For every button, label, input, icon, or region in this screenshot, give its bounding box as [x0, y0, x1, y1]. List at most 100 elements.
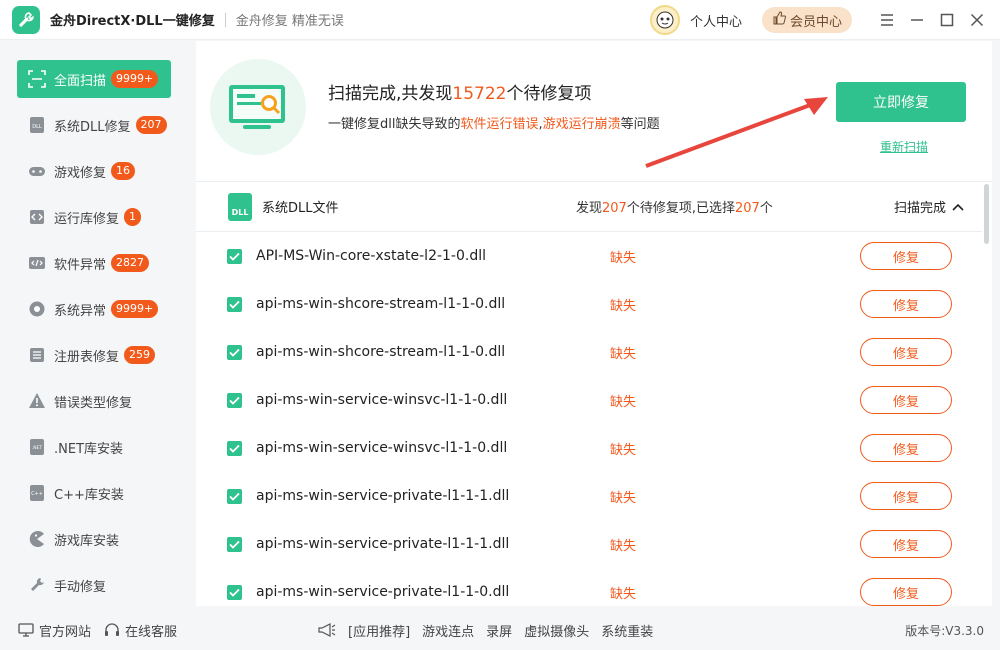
dotnet-icon: .NET — [27, 437, 47, 457]
online-service-label: 在线客服 — [125, 624, 178, 640]
summary-middle: 个待修复项,已选择 — [626, 201, 735, 216]
dll-file-icon: DLL — [27, 115, 47, 135]
missing-status: 缺失 — [610, 250, 637, 266]
official-website-link[interactable]: 官方网站 — [18, 621, 91, 640]
recommend-link-virtual-camera[interactable]: 虚拟摄像头 — [524, 621, 589, 640]
group-collapse-toggle[interactable]: 扫描完成 — [894, 197, 964, 216]
app-recommendations: [应用推荐] 游戏连点 录屏 虚拟摄像头 系统重装 — [318, 621, 653, 640]
summary-suffix: 个 — [759, 201, 773, 216]
sidebar-item-game-library[interactable]: 游戏库安装 — [17, 520, 171, 558]
footer-bar: 官方网站 在线客服 [应用推荐] 游戏连点 录屏 虚拟摄像头 系统重装 版本号:… — [0, 610, 1000, 650]
scan-result-subtitle: 一键修复dll缺失导致的软件运行错误,游戏运行崩溃等问题 — [328, 113, 660, 132]
sidebar-item-runtime-repair[interactable]: 运行库修复 1 — [17, 198, 171, 236]
count-badge: 2827 — [111, 254, 150, 272]
scan-result-header: 扫描完成,共发现15722个待修复项 一键修复dll缺失导致的软件运行错误,游戏… — [196, 41, 992, 181]
count-badge: 16 — [111, 162, 136, 180]
personal-center-link[interactable]: 个人中心 — [690, 11, 742, 30]
checkbox-checked[interactable] — [227, 440, 242, 456]
sidebar-item-software-error[interactable]: 软件异常 2827 — [17, 244, 171, 282]
sidebar-item-cpp[interactable]: C++ C++库安装 — [17, 474, 171, 512]
menu-icon[interactable] — [872, 5, 902, 35]
dll-group-header[interactable]: DLL 系统DLL文件 发现207个待修复项,已选择207个 扫描完成 — [196, 182, 982, 232]
sidebar-item-error-type[interactable]: 错误类型修复 — [17, 382, 171, 420]
repair-button[interactable]: 修复 — [860, 578, 952, 606]
scan-result-title: 扫描完成,共发现15722个待修复项 — [328, 79, 592, 104]
scan-icon — [27, 69, 47, 89]
sidebar-item-label: 手动修复 — [54, 579, 107, 595]
maximize-icon[interactable] — [932, 5, 962, 35]
minimize-icon[interactable] — [902, 5, 932, 35]
scan-title-prefix: 扫描完成,共发现 — [328, 84, 453, 104]
sidebar-item-label: 系统DLL修复 — [54, 119, 131, 135]
missing-status: 缺失 — [610, 490, 637, 506]
list-scrollbar[interactable] — [984, 184, 989, 244]
checkbox-checked[interactable] — [227, 488, 242, 504]
dll-file-icon: DLL — [228, 192, 252, 221]
table-row: api-ms-win-service-winsvc-l1-1-0.dll 缺失 … — [196, 424, 982, 472]
sidebar-item-label: 全面扫描 — [54, 73, 107, 89]
avatar[interactable] — [649, 5, 680, 35]
sidebar-item-manual-repair[interactable]: 手动修复 — [17, 566, 171, 604]
monitor-icon — [18, 623, 34, 637]
count-badge: 259 — [124, 346, 156, 364]
recommend-link-screen-recorder[interactable]: 录屏 — [486, 621, 512, 640]
missing-status: 缺失 — [610, 394, 637, 410]
missing-status: 缺失 — [610, 538, 637, 554]
title-bar: 金舟DirectX·DLL一键修复 金舟修复 精准无误 个人中心 会员中心 — [0, 0, 1000, 40]
subtitle-prefix: 一键修复dll缺失导致的 — [328, 117, 461, 132]
group-status-label: 扫描完成 — [894, 201, 947, 216]
sidebar-item-dotnet[interactable]: .NET .NET库安装 — [17, 428, 171, 466]
sidebar-item-system-dll[interactable]: DLL 系统DLL修复 207 — [17, 106, 171, 144]
chevron-up-icon — [952, 203, 964, 211]
checkbox-checked[interactable] — [227, 344, 242, 360]
vip-center-label: 会员中心 — [789, 14, 842, 30]
repair-button[interactable]: 修复 — [860, 338, 952, 366]
repair-button[interactable]: 修复 — [860, 386, 952, 414]
title-divider — [224, 12, 226, 27]
repair-button[interactable]: 修复 — [860, 482, 952, 510]
scan-complete-illustration — [210, 59, 306, 155]
sidebar-item-label: .NET库安装 — [54, 441, 124, 457]
dll-file-name: api-ms-win-service-private-l1-1-0.dll — [256, 584, 510, 600]
checkbox-checked[interactable] — [227, 248, 242, 264]
checkbox-checked[interactable] — [227, 536, 242, 552]
warning-icon — [27, 391, 47, 411]
version-label: 版本号:V3.3.0 — [905, 623, 984, 638]
vip-center-button[interactable]: 会员中心 — [761, 7, 852, 33]
rescan-link[interactable]: 重新扫描 — [880, 138, 928, 155]
repair-button[interactable]: 修复 — [860, 530, 952, 558]
summary-selected-count: 207 — [734, 201, 760, 216]
summary-prefix: 发现 — [576, 201, 603, 216]
table-row: api-ms-win-service-private-l1-1-0.dll 缺失… — [196, 568, 982, 606]
checkbox-checked[interactable] — [227, 392, 242, 408]
red-arrow-annotation — [645, 97, 828, 168]
sidebar-item-label: 游戏库安装 — [54, 533, 120, 549]
sidebar-item-registry-repair[interactable]: 注册表修复 259 — [17, 336, 171, 374]
checkbox-checked[interactable] — [227, 584, 242, 600]
fix-now-button[interactable]: 立即修复 — [836, 82, 966, 122]
repair-button[interactable]: 修复 — [860, 242, 952, 270]
recommend-link-auto-clicker[interactable]: 游戏连点 — [422, 621, 474, 640]
close-icon[interactable] — [962, 5, 992, 35]
dll-file-name: api-ms-win-service-private-l1-1-1.dll — [256, 536, 510, 552]
dll-file-list: API-MS-Win-core-xstate-l2-1-0.dll 缺失 修复 … — [196, 232, 982, 606]
table-row: api-ms-win-service-private-l1-1-1.dll 缺失… — [196, 472, 982, 520]
sidebar: 全面扫描 9999+ DLL 系统DLL修复 207 游戏修复 16 运行库修复… — [0, 41, 188, 606]
main-panel: 扫描完成,共发现15722个待修复项 一键修复dll缺失导致的软件运行错误,游戏… — [196, 41, 992, 606]
sidebar-item-system-error[interactable]: 系统异常 9999+ — [17, 290, 171, 328]
recommend-link-system-reinstall[interactable]: 系统重装 — [601, 621, 653, 640]
app-title: 金舟DirectX·DLL一键修复 — [50, 14, 215, 29]
official-website-label: 官方网站 — [39, 624, 92, 640]
sidebar-item-label: C++库安装 — [54, 487, 124, 503]
sidebar-item-game-repair[interactable]: 游戏修复 16 — [17, 152, 171, 190]
table-row: api-ms-win-service-winsvc-l1-1-0.dll 缺失 … — [196, 376, 982, 424]
dll-file-name: api-ms-win-service-winsvc-l1-1-0.dll — [256, 392, 508, 408]
checkbox-checked[interactable] — [227, 296, 242, 312]
repair-button[interactable]: 修复 — [860, 290, 952, 318]
app-logo-icon — [12, 5, 40, 34]
table-row: api-ms-win-shcore-stream-l1-1-0.dll 缺失 修… — [196, 280, 982, 328]
repair-button[interactable]: 修复 — [860, 434, 952, 462]
sidebar-item-full-scan[interactable]: 全面扫描 9999+ — [17, 60, 171, 98]
list-icon — [27, 345, 47, 365]
online-service-link[interactable]: 在线客服 — [104, 621, 177, 640]
